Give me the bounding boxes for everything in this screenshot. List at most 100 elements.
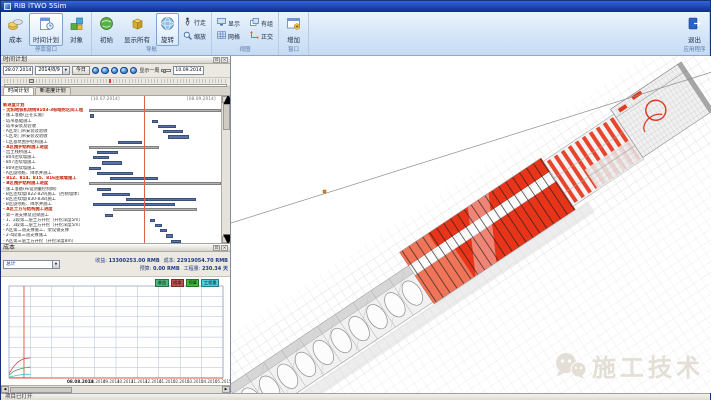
window-add-icon — [286, 16, 301, 31]
gantt-bar[interactable] — [89, 167, 101, 170]
objects-button[interactable]: 对象 — [65, 13, 88, 46]
zoom-pan-button[interactable]: 缩放 — [181, 31, 208, 42]
end-date-field[interactable]: 10.09.2014 — [173, 66, 203, 75]
ribbon-group-app: 退出 应用程序 — [680, 12, 710, 55]
schedule-icon — [39, 16, 54, 31]
sphere-icon — [160, 16, 175, 31]
show-all-button[interactable]: 显示所有 — [120, 13, 154, 46]
tab-schedule[interactable]: 时间计划 — [3, 87, 34, 96]
exit-button[interactable]: 退出 — [683, 13, 706, 46]
cost-panel-title: 成本 — [3, 244, 15, 251]
ortho-button[interactable]: 正交 — [248, 31, 275, 41]
today-button[interactable]: 今日 — [72, 66, 90, 75]
play-speed-button-1[interactable] — [92, 67, 100, 75]
start-date-field[interactable]: 28.07.2014 — [3, 66, 33, 75]
timeline-today-tick — [109, 79, 111, 83]
schedule-tabs: 时间计划 新进度计划 — [1, 87, 230, 96]
cost-toolbar: 总计 ▼ 收益: 13300253.00 RMB 成本: 22919054.70… — [1, 252, 230, 277]
scroll-up-icon[interactable]: ▲ — [222, 96, 230, 103]
horizontal-scrollbar[interactable]: ◀ ▶ — [1, 385, 230, 393]
schedule-dock-panel: 时间计划 ⊡ × 28.07.2014 2014/8/9 ▼ 今日 显示一周 1… — [1, 56, 231, 393]
status-bar: 项目已打开 — [1, 393, 710, 400]
scroll-right-icon[interactable]: ▶ — [222, 386, 230, 393]
gantt-bar[interactable] — [89, 109, 221, 112]
schedule-panel-header: 时间计划 ⊡ × — [1, 56, 230, 64]
cost-button[interactable]: 成本 — [4, 13, 27, 46]
gantt-vertical-scrollbar[interactable]: ▲ ▼ — [221, 96, 230, 243]
scroll-left-icon[interactable]: ◀ — [1, 386, 9, 393]
play-speed-button-5[interactable] — [130, 67, 138, 75]
gantt-bar[interactable] — [118, 141, 142, 144]
add-window-button[interactable]: 增加 — [282, 13, 305, 46]
gantt-bar[interactable] — [102, 193, 130, 196]
group-label-app: 应用程序 — [683, 46, 706, 55]
tab-new-schedule[interactable]: 新进度计划 — [35, 87, 71, 96]
legend-chip: 收益 — [155, 279, 168, 287]
layers-icon — [250, 18, 259, 28]
group-label-dock: 停靠窗口 — [4, 46, 88, 55]
legend-chip: 成本 — [171, 279, 184, 287]
gantt-bar[interactable] — [163, 130, 183, 133]
group-mode-button[interactable]: 有组 — [248, 18, 275, 28]
gantt-bar[interactable] — [113, 208, 197, 211]
scroll-down-icon[interactable]: ▼ — [222, 236, 230, 243]
initial-button[interactable]: 初始 — [95, 13, 118, 46]
display-button[interactable]: 显示 — [215, 18, 242, 28]
cost-total-combo[interactable]: 总计 ▼ — [3, 260, 60, 269]
gantt-bar[interactable] — [160, 229, 167, 232]
gantt-bar[interactable] — [90, 114, 93, 117]
cost-chart-svg: 08.08.201408.201409.201410.201411.201412… — [1, 277, 231, 385]
gantt-bar[interactable] — [93, 156, 109, 159]
schedule-button[interactable]: 时间计划 — [29, 13, 63, 46]
group-label-view: 视图 — [215, 46, 275, 55]
gantt-header-end-date: [08.09.2014] — [187, 97, 216, 102]
gantt-bar[interactable] — [166, 234, 174, 237]
close-panel-icon[interactable]: × — [221, 245, 228, 251]
play-speed-button-2[interactable] — [101, 67, 109, 75]
scrollbar-thumb[interactable] — [10, 387, 72, 393]
ribbon-group-window: 增加 窗口 — [279, 12, 309, 55]
axis-handle-dot — [323, 190, 326, 193]
gantt-bar[interactable] — [89, 146, 159, 149]
gantt-bar[interactable] — [126, 198, 196, 201]
ribbon-group-view: 显示 有组 网格 正交 视图 — [212, 12, 279, 55]
cost-chart: 收益成本预算工程量 08.08.201408.201409.201410.201… — [1, 277, 230, 385]
gantt-bar[interactable] — [152, 120, 157, 123]
gantt-bar[interactable] — [97, 172, 133, 175]
gantt-header: [10.07.2014] [08.09.2014] — [1, 96, 230, 103]
float-panel-icon[interactable]: ⊡ — [213, 245, 220, 251]
gantt-row[interactable]: - A区第三层土方开挖（开挖深度8m） — [1, 239, 221, 243]
timeline-ruler[interactable] — [4, 79, 227, 83]
schedule-toolbar: 28.07.2014 2014/8/9 ▼ 今日 显示一周 10.09.2014 — [1, 64, 230, 78]
app-window: RIB iTWO 5Sim 成本 时间计划 对象 停靠窗口 — [0, 0, 711, 400]
legend-chip: 工程量 — [201, 279, 219, 287]
date-combo[interactable]: 2014/8/9 ▼ — [35, 66, 70, 75]
model-3d-viewport[interactable]: 施工技术 — [231, 56, 711, 393]
float-panel-icon[interactable]: ⊡ — [213, 57, 220, 63]
walk-button[interactable]: 行走 — [181, 17, 208, 28]
grid-button[interactable]: 网格 — [215, 31, 242, 41]
ribbon-group-dock: 成本 时间计划 对象 停靠窗口 — [1, 12, 92, 55]
gantt-bar[interactable] — [150, 219, 155, 222]
gantt-bar[interactable] — [97, 188, 112, 191]
gantt-bar[interactable] — [102, 161, 122, 164]
walk-icon — [183, 17, 192, 28]
gantt-bar[interactable] — [158, 125, 176, 128]
gantt-bar[interactable] — [97, 151, 118, 154]
gantt-bar[interactable] — [105, 214, 113, 217]
gantt-bar[interactable] — [155, 224, 162, 227]
close-panel-icon[interactable]: × — [221, 57, 228, 63]
gantt-bar[interactable] — [171, 240, 182, 243]
play-speed-button-3[interactable] — [111, 67, 119, 75]
play-speed-button-4[interactable] — [120, 67, 128, 75]
scrollbar-thumb[interactable] — [223, 104, 230, 130]
timeline-slider-thumb[interactable] — [29, 79, 34, 83]
gantt-bar[interactable] — [168, 135, 189, 138]
gantt-bar[interactable] — [93, 203, 175, 206]
gantt-bar[interactable] — [89, 182, 221, 185]
gantt-bar[interactable] — [110, 177, 158, 180]
rotate-button[interactable]: 旋转 — [156, 13, 179, 46]
exit-icon — [687, 16, 702, 31]
week-toggle[interactable] — [161, 69, 171, 72]
magnifier-icon — [183, 31, 192, 42]
